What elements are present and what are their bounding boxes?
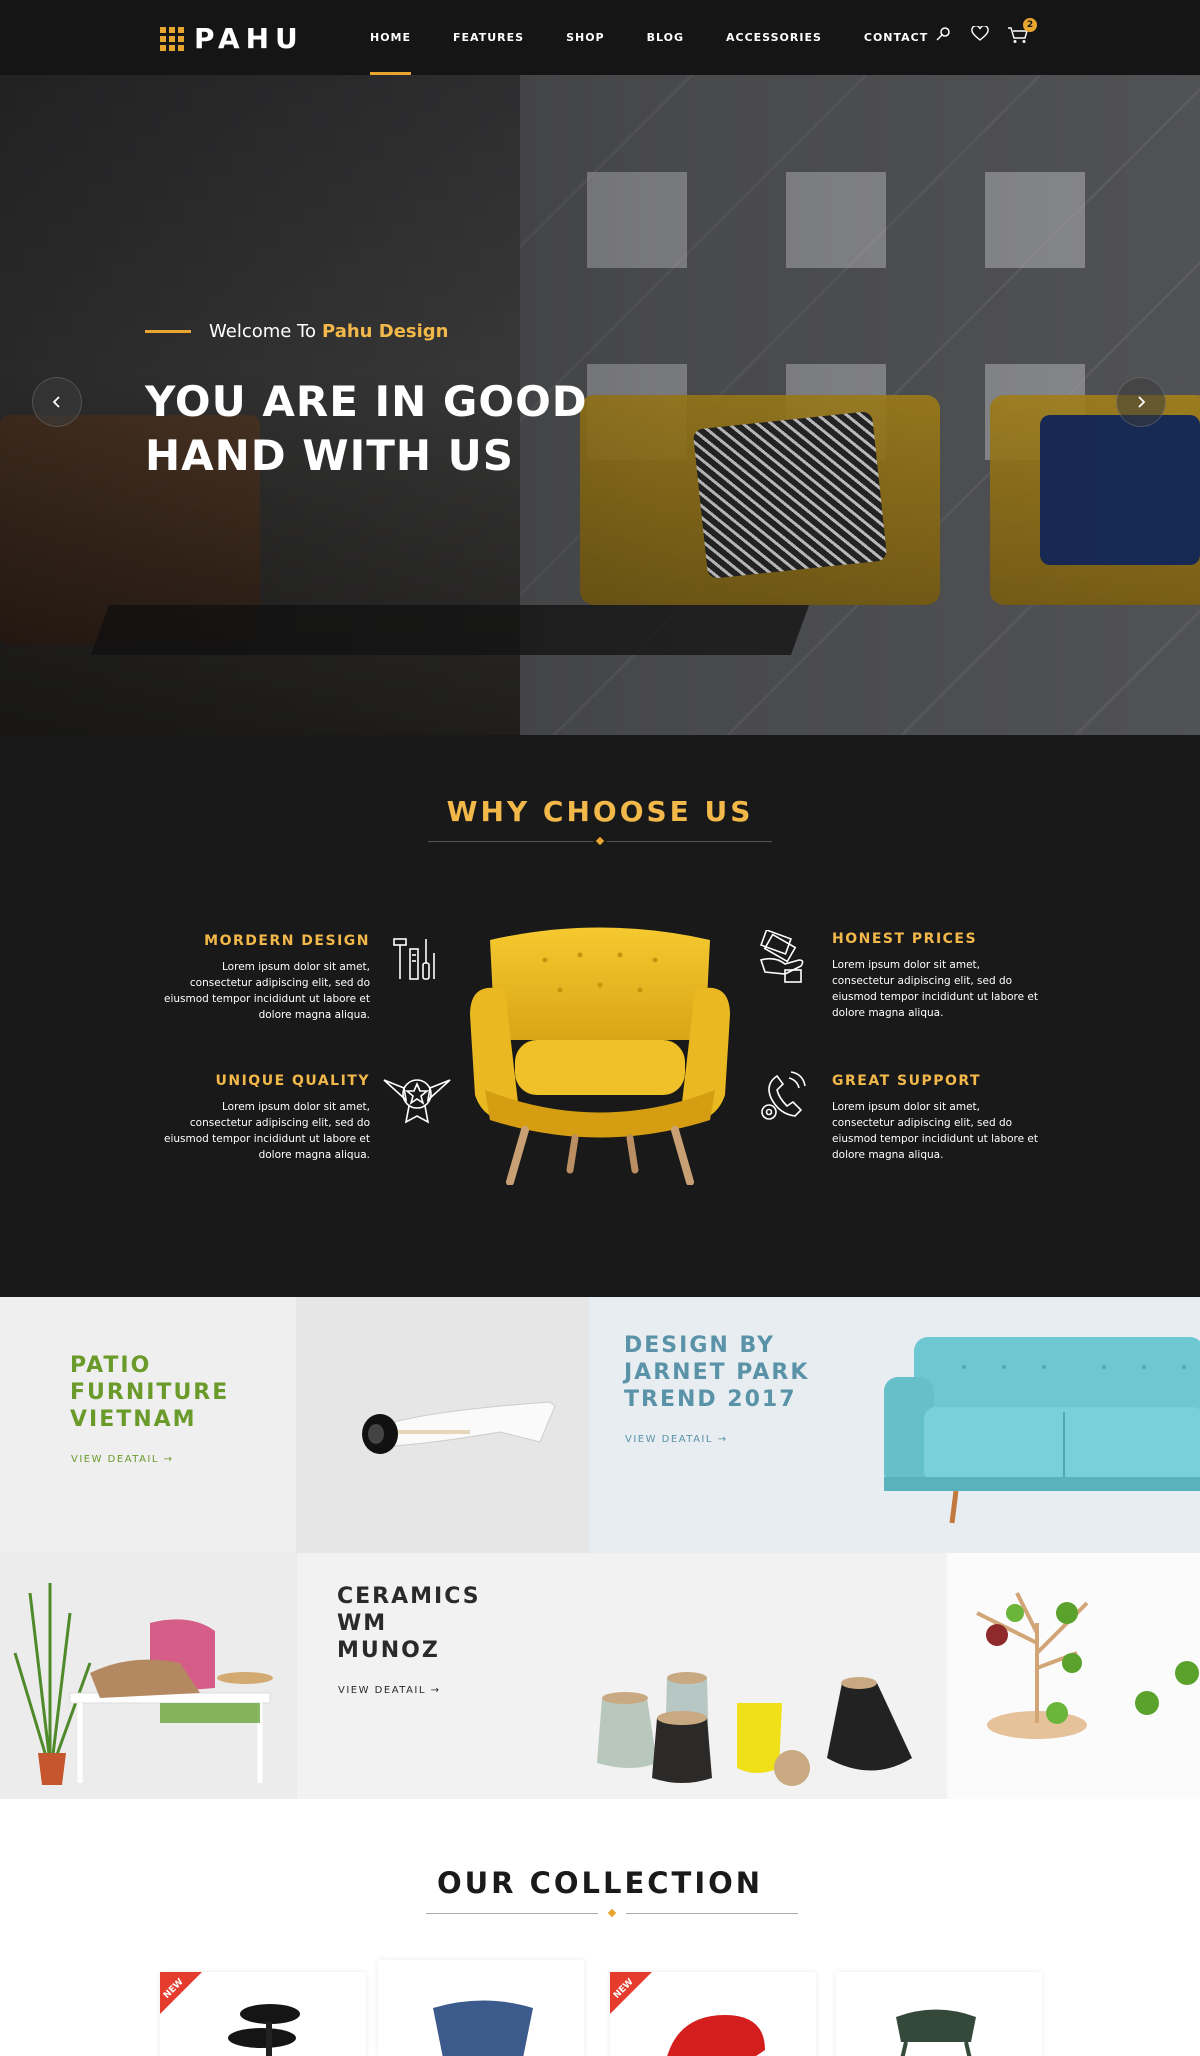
hero-title-line: YOU ARE IN GOOD — [145, 377, 588, 426]
nav-accessories[interactable]: ACCESSORIES — [726, 0, 822, 75]
feature-honest-prices: HONEST PRICES Lorem ipsum dolor sit amet… — [832, 931, 1042, 1021]
nav-features[interactable]: FEATURES — [453, 0, 524, 75]
hero-title-line: HAND WITH US — [145, 431, 515, 480]
title-divider — [428, 841, 593, 842]
feature-desc: Lorem ipsum dolor sit amet, consectetur … — [832, 959, 1038, 1019]
red-chair-image — [667, 2015, 765, 2056]
title-divider — [626, 1913, 798, 1914]
hero-welcome: Welcome To Pahu Design — [145, 321, 449, 342]
tools-icon — [388, 933, 444, 989]
why-title: WHY CHOOSE US — [446, 795, 754, 828]
fruit-tree-stand-image — [976, 1592, 1199, 1739]
accent-bar — [145, 330, 191, 333]
feature-title: UNIQUE QUALITY — [215, 1073, 370, 1089]
title-dot — [595, 836, 605, 846]
banner-title-line: VIETNAM — [70, 1407, 197, 1432]
yellow-armchair-image — [465, 920, 735, 1186]
banner-ceramics[interactable]: CERAMICS WM MUNOZ VIEW DEATAIL → — [297, 1553, 947, 1799]
feature-desc: Lorem ipsum dolor sit amet, consectetur … — [164, 1101, 370, 1161]
site-header: PAHU HOME FEATURES SHOP BLOG ACCESSORIES… — [0, 0, 1200, 75]
header-icons: 2 — [935, 18, 1043, 48]
feature-desc: Lorem ipsum dolor sit amet, consectetur … — [164, 961, 370, 1021]
banner-title-line: CERAMICS — [337, 1584, 481, 1609]
teal-sofa-image — [884, 1337, 1200, 1524]
chair-plant-image — [13, 1583, 273, 1785]
nav-home[interactable]: HOME — [370, 0, 412, 75]
banner-title: DESIGN BY JARNET PARK TREND 2017 — [624, 1332, 809, 1413]
why-choose-us-section: WHY CHOOSE US MORDERN DESIGN Lorem ipsum… — [0, 735, 1200, 1297]
cart-icon[interactable]: 2 — [1007, 18, 1037, 48]
welcome-prefix: Welcome To — [209, 321, 317, 342]
feature-modern-design: MORDERN DESIGN Lorem ipsum dolor sit ame… — [160, 933, 370, 1023]
feature-title: HONEST PRICES — [832, 931, 978, 947]
hero-title: YOU ARE IN GOOD HAND WITH US — [145, 375, 645, 483]
banner-title-line: PATIO — [70, 1353, 152, 1378]
product-card[interactable]: NEW — [610, 1972, 816, 2056]
banner-title-line: TREND 2017 — [624, 1387, 797, 1412]
money-hand-icon — [755, 929, 811, 986]
blue-chair-image — [433, 2000, 533, 2056]
nav-shop[interactable]: SHOP — [566, 0, 605, 75]
banner-title-line: FURNITURE — [70, 1380, 230, 1405]
banner-title-line: WM — [337, 1611, 388, 1636]
banner-title: PATIO FURNITURE VIETNAM — [70, 1352, 229, 1433]
product-card[interactable] — [378, 1960, 584, 2056]
banner-fruit-tree — [947, 1553, 1200, 1799]
banner-design-by[interactable]: DESIGN BY JARNET PARK TREND 2017 VIEW DE… — [589, 1297, 1200, 1553]
feature-great-support: GREAT SUPPORT Lorem ipsum dolor sit amet… — [832, 1073, 1042, 1163]
nav-blog[interactable]: BLOG — [647, 0, 684, 75]
banner-plant-chair — [0, 1553, 297, 1799]
plane-lamp-image — [362, 1401, 556, 1454]
logo[interactable]: PAHU — [160, 22, 304, 55]
quality-badge-icon — [382, 1070, 451, 1126]
heart-icon[interactable] — [971, 25, 993, 48]
title-divider — [426, 1913, 598, 1914]
view-detail-link[interactable]: VIEW DEATAIL → — [338, 1685, 441, 1696]
logo-grid-icon — [160, 26, 184, 51]
chevron-left-icon — [52, 396, 60, 408]
collection-title: OUR COLLECTION — [436, 1866, 764, 1900]
banner-title: CERAMICS WM MUNOZ — [337, 1583, 481, 1664]
title-dot — [607, 1908, 617, 1918]
feature-title: GREAT SUPPORT — [832, 1073, 982, 1089]
banner-patio[interactable]: PATIO FURNITURE VIETNAM VIEW DEATAIL → — [0, 1297, 589, 1553]
banner-title-line: DESIGN BY — [624, 1333, 775, 1358]
logo-text: PAHU — [194, 22, 304, 55]
nav-contact[interactable]: CONTACT — [864, 0, 928, 75]
support-icon — [755, 1070, 811, 1126]
chevron-right-icon — [1138, 396, 1146, 408]
view-detail-link[interactable]: VIEW DEATAIL → — [71, 1454, 174, 1465]
feature-desc: Lorem ipsum dolor sit amet, consectetur … — [832, 1101, 1038, 1161]
product-card[interactable]: NEW — [160, 1972, 366, 2056]
main-nav: HOME FEATURES SHOP BLOG ACCESSORIES CONT… — [370, 0, 970, 75]
product-card[interactable] — [836, 1972, 1042, 2056]
cart-count-badge: 2 — [1023, 18, 1037, 32]
feature-unique-quality: UNIQUE QUALITY Lorem ipsum dolor sit ame… — [160, 1073, 370, 1163]
banner-title-line: JARNET PARK — [624, 1360, 810, 1385]
search-icon[interactable] — [935, 26, 957, 48]
black-chair-image — [228, 2004, 300, 2056]
slider-prev-button[interactable] — [32, 377, 82, 427]
feature-title: MORDERN DESIGN — [204, 933, 370, 949]
green-chair-image — [896, 2009, 976, 2056]
view-detail-link[interactable]: VIEW DEATAIL → — [625, 1434, 728, 1445]
ceramic-jars-image — [597, 1672, 912, 1786]
banner-title-line: MUNOZ — [337, 1638, 440, 1663]
hero-slider: Welcome To Pahu Design YOU ARE IN GOOD H… — [0, 75, 1200, 735]
slider-next-button[interactable] — [1116, 377, 1166, 427]
title-divider — [607, 841, 772, 842]
welcome-brand: Pahu Design — [322, 321, 449, 342]
